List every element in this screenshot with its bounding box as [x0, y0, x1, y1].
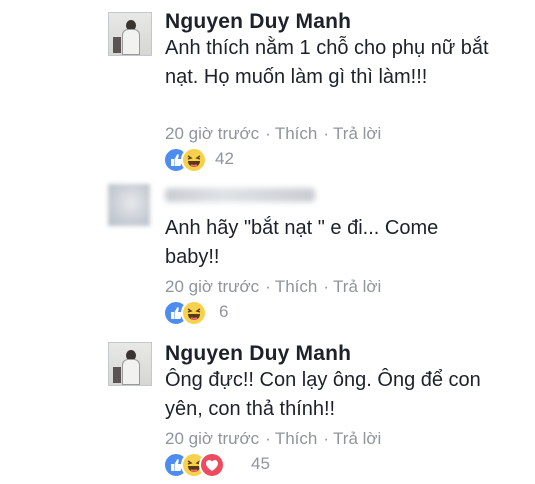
- comment-text: Anh hãy "bắt nạt " e đi... Come baby!!: [165, 217, 439, 268]
- comment-time[interactable]: 20 giờ trước: [165, 277, 259, 296]
- separator: ·: [265, 429, 271, 448]
- comment-text: Anh thích nằm 1 chỗ cho phụ nữ bắt nạt. …: [165, 37, 489, 88]
- haha-icon: [181, 300, 207, 326]
- avatar[interactable]: [108, 12, 152, 56]
- reply-link[interactable]: Trả lời: [333, 429, 381, 448]
- avatar[interactable]: [108, 342, 152, 386]
- separator: ·: [265, 124, 271, 143]
- separator: ·: [323, 429, 330, 448]
- separator: ·: [265, 277, 271, 296]
- comment-author[interactable]: [165, 188, 315, 202]
- love-icon: [199, 452, 225, 478]
- comment-meta: 20 giờ trước · Thích · Trả lời: [165, 124, 385, 144]
- separator: ·: [323, 124, 330, 143]
- comment-meta: 20 giờ trước · Thích · Trả lời: [165, 429, 385, 449]
- reaction-count[interactable]: 6: [219, 302, 228, 322]
- comment-author[interactable]: Nguyen Duy Manh: [165, 10, 351, 34]
- reaction-count[interactable]: 42: [215, 149, 234, 169]
- like-link[interactable]: Thích: [275, 124, 318, 143]
- comment-time[interactable]: 20 giờ trước: [165, 429, 259, 448]
- haha-icon: [181, 147, 207, 173]
- reaction-count[interactable]: 45: [251, 454, 270, 474]
- comment-author[interactable]: Nguyen Duy Manh: [165, 342, 351, 366]
- comment-time[interactable]: 20 giờ trước: [165, 124, 259, 143]
- comment-meta: 20 giờ trước · Thích · Trả lời: [165, 277, 385, 297]
- like-link[interactable]: Thích: [275, 277, 318, 296]
- like-link[interactable]: Thích: [275, 429, 318, 448]
- comment-text: Ông đực!! Con lạy ông. Ông để con yên, c…: [165, 369, 481, 420]
- separator: ·: [323, 277, 330, 296]
- reply-link[interactable]: Trả lời: [333, 277, 381, 296]
- reply-link[interactable]: Trả lời: [333, 124, 381, 143]
- avatar[interactable]: [108, 184, 150, 226]
